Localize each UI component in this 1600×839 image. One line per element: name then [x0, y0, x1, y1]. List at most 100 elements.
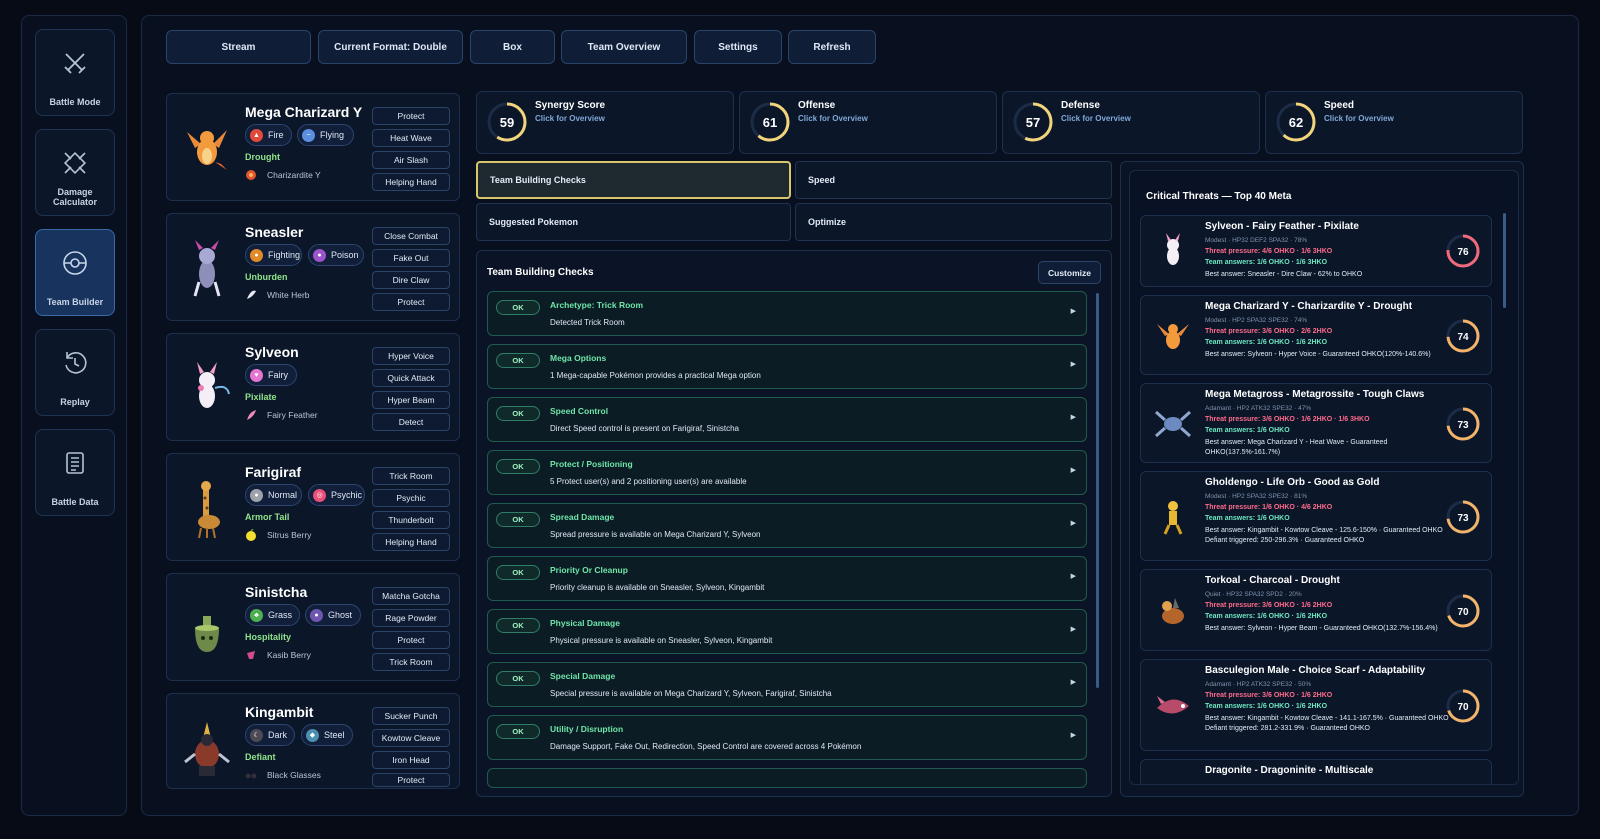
- metagross-sprite-icon: [1155, 410, 1191, 438]
- nav-damage-calculator[interactable]: Damage Calculator: [35, 129, 115, 216]
- check-title: Physical Damage: [550, 618, 620, 628]
- check-row[interactable]: OK Physical Damage Physical pressure is …: [487, 609, 1087, 654]
- threat-pressure: Threat pressure: 3/6 OHKO · 1/6 2HKO: [1205, 692, 1333, 699]
- box-button[interactable]: Box: [470, 30, 555, 64]
- threat-card[interactable]: Torkoal - Charcoal - Drought Quiet · HP3…: [1140, 569, 1492, 651]
- normal-type-icon: ●: [250, 488, 263, 502]
- move-slot-1[interactable]: Trick Room: [372, 467, 450, 485]
- check-row[interactable]: OK Mega Options 1 Mega-capable Pokémon p…: [487, 344, 1087, 389]
- move-slot-4[interactable]: Helping Hand: [372, 173, 450, 191]
- move-slot-2[interactable]: Psychic: [372, 489, 450, 507]
- team-slot-sinistcha[interactable]: Sinistcha ♣ Grass ● Ghost Hospitality Ka…: [166, 573, 460, 681]
- team-slot-mega-charizard-y[interactable]: Mega Charizard Y ▲ Fire ~ Flying Drought…: [166, 93, 460, 201]
- move-slot-2[interactable]: Heat Wave: [372, 129, 450, 147]
- check-row[interactable]: OK Speed Control Direct Speed control is…: [487, 397, 1087, 442]
- tab-optimize[interactable]: Optimize: [795, 203, 1112, 241]
- threat-card[interactable]: Mega Charizard Y - Charizardite Y - Drou…: [1140, 295, 1492, 375]
- check-description: 5 Protect user(s) and 2 positioning user…: [550, 477, 747, 486]
- pokemon-ability: Defiant: [245, 752, 276, 762]
- nav-label: Replay: [60, 397, 90, 407]
- move-slot-4[interactable]: Trick Room: [372, 653, 450, 671]
- team-answers: Team answers: 1/6 OHKO · 1/6 2HKO: [1205, 613, 1328, 620]
- type-label: Dark: [268, 730, 288, 740]
- score-subtitle: Click for Overview: [1324, 114, 1394, 123]
- threat-card[interactable]: Dragonite - Dragoninite - Multiscale: [1140, 759, 1492, 784]
- team-slot-sylveon[interactable]: Sylveon ♥ Fairy Pixilate Fairy Feather H…: [166, 333, 460, 441]
- move-slot-2[interactable]: Quick Attack: [372, 369, 450, 387]
- best-answer-text: Best answer: Sylveon - Hyper Voice - Gua…: [1205, 351, 1431, 358]
- charizardite-icon: [246, 170, 256, 180]
- ghost-type-icon: ●: [310, 608, 323, 622]
- nav-battle-mode[interactable]: Battle Mode: [35, 29, 115, 116]
- threat-score: 70: [1457, 607, 1469, 618]
- nav-team-builder[interactable]: Team Builder: [35, 229, 115, 316]
- threat-card[interactable]: Mega Metagross - Metagrossite - Tough Cl…: [1140, 383, 1492, 463]
- defense-score-card[interactable]: 57 Defense Click for Overview: [1002, 91, 1260, 154]
- customize-button[interactable]: Customize: [1038, 261, 1101, 284]
- data-list-icon: [66, 452, 84, 474]
- best-answer: Best answer: Kingambit - Kowtow Cleave -…: [1205, 526, 1451, 546]
- threat-score: 76: [1457, 247, 1469, 258]
- stream-button[interactable]: Stream: [166, 30, 311, 64]
- check-row[interactable]: OK Spread Damage Spread pressure is avai…: [487, 503, 1087, 548]
- refresh-button[interactable]: Refresh: [788, 30, 876, 64]
- move-slot-4[interactable]: Helping Hand: [372, 533, 450, 551]
- check-row[interactable]: OK Priority Or Cleanup Priority cleanup …: [487, 556, 1087, 601]
- move-slot-3[interactable]: Protect: [372, 631, 450, 649]
- threats-scrollbar[interactable]: [1503, 213, 1506, 308]
- nav-replay[interactable]: Replay: [35, 329, 115, 416]
- tab-suggested-pokemon[interactable]: Suggested Pokemon: [476, 203, 791, 241]
- check-row[interactable]: OK Archetype: Trick Room Detected Trick …: [487, 291, 1087, 336]
- check-row[interactable]: OK Protect / Positioning 5 Protect user(…: [487, 450, 1087, 495]
- synergy-score-card[interactable]: 59 Synergy Score Click for Overview: [476, 91, 734, 154]
- move-slot-4[interactable]: Protect: [372, 773, 450, 787]
- nav-battle-data[interactable]: Battle Data: [35, 429, 115, 516]
- threat-stats: Quiet · HP32 SPA32 SPD2 · 20%: [1205, 591, 1302, 598]
- threat-card[interactable]: Gholdengo - Life Orb - Good as Gold Mode…: [1140, 471, 1492, 561]
- move-slot-3[interactable]: Hyper Beam: [372, 391, 450, 409]
- move-slot-2[interactable]: Kowtow Cleave: [372, 729, 450, 747]
- check-row[interactable]: [487, 768, 1087, 788]
- move-slot-2[interactable]: Fake Out: [372, 249, 450, 267]
- move-slot-4[interactable]: Protect: [372, 293, 450, 311]
- move-slot-1[interactable]: Hyper Voice: [372, 347, 450, 365]
- move-slot-1[interactable]: Matcha Gotcha: [372, 587, 450, 605]
- threat-card[interactable]: Basculegion Male - Choice Scarf - Adapta…: [1140, 659, 1492, 751]
- move-slot-1[interactable]: Protect: [372, 107, 450, 125]
- score-ring: 62: [1276, 102, 1316, 142]
- checks-scrollbar[interactable]: [1096, 293, 1099, 688]
- move-slot-2[interactable]: Rage Powder: [372, 609, 450, 627]
- team-slot-farigiraf[interactable]: Farigiraf ● Normal ◎ Psychic Armor Tail …: [166, 453, 460, 561]
- type-badge-fire: ▲ Fire: [245, 124, 292, 146]
- threat-score: 74: [1457, 332, 1469, 343]
- type-label: Fighting: [268, 250, 301, 260]
- check-row[interactable]: OK Utility / Disruption Damage Support, …: [487, 715, 1087, 760]
- move-slot-3[interactable]: Thunderbolt: [372, 511, 450, 529]
- expand-arrow-icon: ▶: [1070, 626, 1076, 633]
- score-value: 62: [1289, 115, 1303, 130]
- pokemon-name: Sylveon: [245, 344, 299, 360]
- move-slot-3[interactable]: Dire Claw: [372, 271, 450, 289]
- offense-score-card[interactable]: 61 Offense Click for Overview: [739, 91, 997, 154]
- type-badge-psychic: ◎ Psychic: [308, 484, 365, 506]
- team-overview-button[interactable]: Team Overview: [561, 30, 687, 64]
- defiant-note: Defiant triggered: 250-296.3% · Guarante…: [1205, 537, 1365, 544]
- move-slot-4[interactable]: Detect: [372, 413, 450, 431]
- check-row[interactable]: OK Special Damage Special pressure is av…: [487, 662, 1087, 707]
- ok-status-badge: OK: [496, 459, 540, 474]
- tab-team-building-checks[interactable]: Team Building Checks: [476, 161, 791, 199]
- pokemon-name: Sneasler: [245, 224, 304, 240]
- move-slot-3[interactable]: Air Slash: [372, 151, 450, 169]
- speed-score-card[interactable]: 62 Speed Click for Overview: [1265, 91, 1523, 154]
- tab-speed[interactable]: Speed: [795, 161, 1112, 199]
- move-slot-3[interactable]: Iron Head: [372, 751, 450, 769]
- threat-card[interactable]: Sylveon - Fairy Feather - Pixilate Modes…: [1140, 215, 1492, 287]
- ok-status-badge: OK: [496, 724, 540, 739]
- threat-score-ring: 70: [1446, 594, 1480, 628]
- format-button[interactable]: Current Format: Double: [318, 30, 463, 64]
- move-slot-1[interactable]: Close Combat: [372, 227, 450, 245]
- settings-button[interactable]: Settings: [694, 30, 782, 64]
- team-slot-sneasler[interactable]: Sneasler ● Fighting ● Poison Unburden Wh…: [166, 213, 460, 321]
- move-slot-1[interactable]: Sucker Punch: [372, 707, 450, 725]
- team-slot-kingambit[interactable]: Kingambit ☾ Dark ◆ Steel Defiant Black G…: [166, 693, 460, 789]
